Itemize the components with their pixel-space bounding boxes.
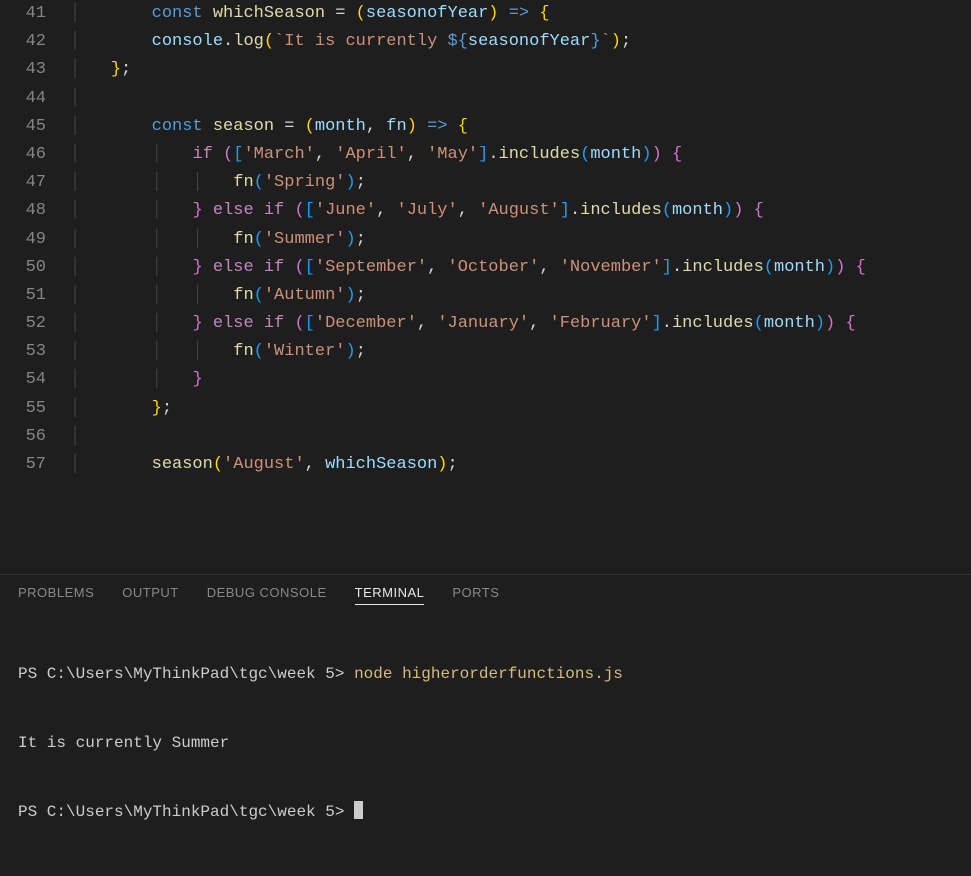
code-line[interactable]: │ │ │ fn('Spring'); xyxy=(70,169,971,197)
line-number: 54 xyxy=(0,366,46,394)
code-area[interactable]: │ const whichSeason = (seasonofYear) => … xyxy=(70,0,971,574)
line-number: 50 xyxy=(0,254,46,282)
code-line[interactable]: │ │ if (['March', 'April', 'May'].includ… xyxy=(70,141,971,169)
code-line[interactable]: │ xyxy=(70,85,971,113)
line-number: 51 xyxy=(0,282,46,310)
code-line[interactable]: │ }; xyxy=(70,56,971,84)
panel-tab-ports[interactable]: PORTS xyxy=(452,585,499,605)
line-number: 48 xyxy=(0,197,46,225)
line-number: 41 xyxy=(0,0,46,28)
panel-tab-terminal[interactable]: TERMINAL xyxy=(355,585,425,605)
line-number: 52 xyxy=(0,310,46,338)
code-line[interactable]: │ │ │ fn('Autumn'); xyxy=(70,282,971,310)
line-number: 53 xyxy=(0,338,46,366)
code-line[interactable]: │ │ } else if (['December', 'January', '… xyxy=(70,310,971,338)
line-number: 56 xyxy=(0,423,46,451)
line-number: 49 xyxy=(0,226,46,254)
terminal-command: node higherorderfunctions.js xyxy=(354,665,623,683)
line-number: 42 xyxy=(0,28,46,56)
panel-tab-debug-console[interactable]: DEBUG CONSOLE xyxy=(207,585,327,605)
code-editor[interactable]: 4142434445464748495051525354555657 │ con… xyxy=(0,0,971,574)
code-line[interactable]: │ │ │ fn('Summer'); xyxy=(70,226,971,254)
bottom-panel: PROBLEMS OUTPUT DEBUG CONSOLE TERMINAL PORTS… xyxy=(0,574,971,724)
line-number: 57 xyxy=(0,451,46,479)
code-line[interactable]: │ │ │ fn('Winter'); xyxy=(70,338,971,366)
terminal-prompt: PS C:\Users\MyThinkPad\tgc\week 5> xyxy=(18,665,354,683)
panel-tab-problems[interactable]: PROBLEMS xyxy=(18,585,94,605)
code-line[interactable]: │ │ } else if (['June', 'July', 'August'… xyxy=(70,197,971,225)
code-line[interactable]: │ │ } xyxy=(70,366,971,394)
line-number: 46 xyxy=(0,141,46,169)
code-line[interactable]: │ const season = (month, fn) => { xyxy=(70,113,971,141)
terminal-line: It is currently Summer xyxy=(18,732,953,755)
terminal-output[interactable]: PS C:\Users\MyThinkPad\tgc\week 5> node … xyxy=(0,611,971,876)
code-line[interactable]: │ }; xyxy=(70,395,971,423)
terminal-cursor xyxy=(354,801,363,819)
line-number: 45 xyxy=(0,113,46,141)
line-number: 47 xyxy=(0,169,46,197)
line-number: 44 xyxy=(0,85,46,113)
code-line[interactable]: │ const whichSeason = (seasonofYear) => … xyxy=(70,0,971,28)
panel-tabs: PROBLEMS OUTPUT DEBUG CONSOLE TERMINAL PORTS xyxy=(0,575,971,611)
line-number: 55 xyxy=(0,395,46,423)
code-line[interactable]: │ season('August', whichSeason); xyxy=(70,451,971,479)
code-line[interactable]: │ xyxy=(70,423,971,451)
terminal-prompt: PS C:\Users\MyThinkPad\tgc\week 5> xyxy=(18,803,354,821)
line-number: 43 xyxy=(0,56,46,84)
line-number-gutter: 4142434445464748495051525354555657 xyxy=(0,0,70,574)
panel-tab-output[interactable]: OUTPUT xyxy=(122,585,178,605)
code-line[interactable]: │ console.log(`It is currently ${seasono… xyxy=(70,28,971,56)
code-line[interactable]: │ │ } else if (['September', 'October', … xyxy=(70,254,971,282)
